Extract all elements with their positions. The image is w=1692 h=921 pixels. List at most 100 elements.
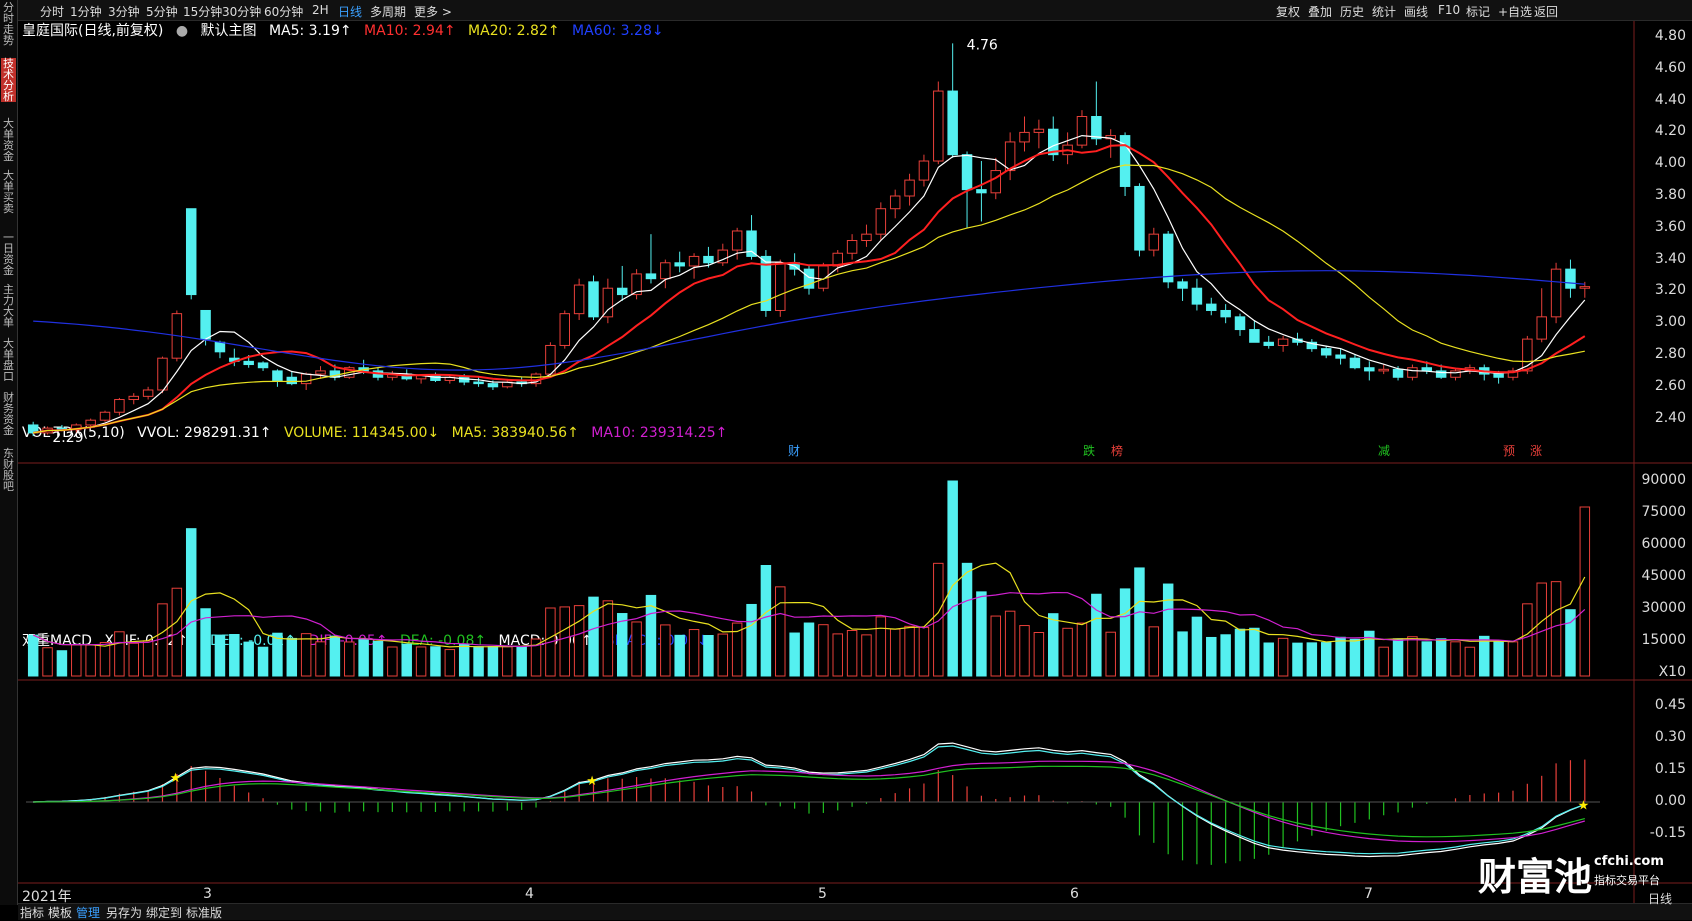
candle-body: [990, 170, 1002, 194]
dif-line: [33, 760, 1585, 843]
volume-bar: [358, 638, 369, 677]
volume-bar: [1019, 625, 1030, 677]
volume-bar: [1076, 622, 1088, 677]
candle-body: [1249, 329, 1260, 343]
volume-bar: [717, 633, 729, 677]
volume-bar: [1119, 588, 1131, 677]
chart-area[interactable]: 4.76 2.29 财 跌 榜 减 预 涨 ★ ★ ★: [0, 0, 1692, 919]
volume-bar: [286, 637, 298, 677]
volume-bar: [1162, 583, 1174, 677]
volume-bar: [746, 603, 757, 677]
volume-bar: [947, 480, 958, 677]
volume-bar: [1277, 637, 1289, 677]
bottom-tab-1[interactable]: 模板: [48, 904, 72, 921]
candle-body: [904, 179, 915, 197]
signal-star-icon: ★: [170, 771, 182, 786]
price-tick: 3.80: [1654, 187, 1686, 203]
candle-body: [573, 284, 585, 315]
volume-bar: [1191, 616, 1203, 677]
candle-body: [889, 195, 901, 210]
volume-bar: [1507, 641, 1519, 677]
date-tick: 7: [1364, 886, 1373, 902]
bottom-tab-0[interactable]: 指标: [20, 904, 44, 921]
volume-tick: 45000: [1641, 568, 1686, 584]
volume-bar: [1062, 627, 1073, 677]
price-tick: 3.20: [1654, 282, 1686, 299]
volume-bar: [372, 640, 384, 677]
candle-body: [1277, 338, 1289, 346]
volume-bar: [401, 643, 412, 677]
volume-tick: 75000: [1641, 504, 1686, 520]
volume-bar: [1407, 636, 1418, 677]
candle-body: [1091, 116, 1102, 140]
candle-body: [1421, 367, 1433, 372]
event-marker: 财: [788, 444, 800, 458]
bottom-tab-3[interactable]: 另存为: [106, 904, 142, 921]
candle-body: [1076, 116, 1088, 146]
volume-bar: [1464, 646, 1476, 677]
volume-tick: 60000: [1641, 536, 1686, 552]
volume-bar: [444, 649, 456, 677]
candle-body: [487, 383, 499, 388]
price-tick: 3.60: [1654, 218, 1686, 235]
volume-bar: [1263, 642, 1274, 677]
volume-bar: [803, 622, 815, 677]
candle-body: [1206, 303, 1217, 311]
volume-bar: [674, 634, 685, 677]
candle-body: [1378, 368, 1389, 372]
macd-tick: 0.45: [1654, 697, 1686, 713]
volume-bar: [114, 631, 125, 677]
bottom-tab-4[interactable]: 绑定到: [146, 904, 182, 921]
candle-body: [1579, 286, 1591, 289]
candle-body: [688, 255, 700, 267]
event-marker: 预: [1503, 444, 1515, 458]
volume-bar: [473, 646, 484, 677]
bottom-tab-5[interactable]: 标准版: [186, 904, 222, 921]
candle-body: [746, 230, 757, 257]
volume-bar: [961, 562, 973, 677]
watermark-brand: 财富池: [1478, 855, 1593, 899]
candle-body: [660, 262, 671, 280]
candle-body: [1364, 367, 1375, 372]
volume-bar: [573, 605, 585, 677]
watermark-tagline: 指标交易平台: [1594, 874, 1660, 887]
volume-bar: [430, 646, 441, 677]
candle-body: [1148, 233, 1160, 251]
bottom-tab-2[interactable]: 管理: [76, 904, 100, 921]
volume-bar: [42, 647, 53, 677]
price-tick: 3.40: [1654, 250, 1686, 267]
candle-body: [731, 230, 743, 251]
candle-body: [1320, 348, 1332, 356]
volume-bar: [703, 635, 714, 677]
candle-body: [1019, 131, 1030, 143]
candle-body: [674, 262, 685, 267]
volume-bar: [56, 650, 68, 677]
candle-body: [142, 389, 154, 397]
candle-body: [559, 313, 571, 346]
volume-bar: [1206, 636, 1217, 677]
xdea-line: [33, 745, 1586, 855]
volume-bar: [300, 633, 312, 677]
volume-bar: [272, 632, 283, 677]
volume-bar: [329, 635, 341, 677]
volume-bar: [760, 565, 772, 677]
volume-bar: [861, 634, 872, 677]
candle-body: [775, 262, 786, 311]
candle-body: [933, 90, 944, 162]
volume-bar: [616, 613, 628, 677]
price-tick: 3.00: [1654, 314, 1686, 331]
volume-bar: [846, 630, 858, 677]
volume-bar: [142, 640, 154, 677]
macd-tick: 0.00: [1654, 793, 1686, 809]
candle-body: [1033, 128, 1045, 133]
volume-bar: [1550, 581, 1562, 677]
volume-bar: [1320, 642, 1332, 677]
candle-body: [861, 233, 872, 242]
candle-body: [1392, 368, 1404, 378]
candle-body: [473, 381, 484, 385]
date-tick: 6: [1070, 886, 1079, 902]
volume-bar: [1249, 627, 1260, 677]
candle-body: [243, 360, 254, 366]
candle-body: [703, 255, 714, 264]
candle-body: [1263, 341, 1274, 346]
